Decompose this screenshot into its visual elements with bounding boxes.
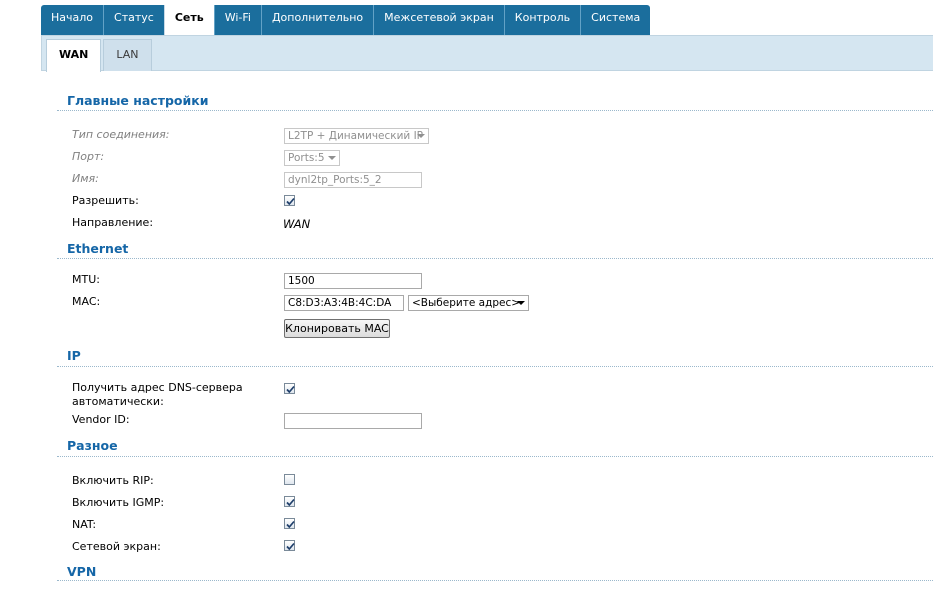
section-title-vpn: VPN [67, 564, 97, 579]
checkmark-icon [286, 385, 295, 394]
mac-field[interactable] [284, 295, 404, 311]
tab-system[interactable]: Система [580, 5, 651, 35]
name-field[interactable] [284, 172, 422, 188]
tab-network[interactable]: Сеть [163, 5, 214, 35]
nat-label: NAT: [72, 518, 97, 531]
rip-label: Включить RIP: [72, 474, 154, 487]
top-nav: Начало Статус Сеть Wi-Fi Дополнительно М… [41, 5, 651, 35]
section-divider [57, 366, 933, 367]
section-divider [57, 258, 933, 259]
firewall-label: Сетевой экран: [72, 540, 161, 553]
checkmark-icon [286, 542, 295, 551]
section-title-misc: Разное [67, 438, 118, 453]
mtu-field[interactable] [284, 273, 422, 289]
tab-control[interactable]: Контроль [503, 5, 581, 35]
tab-wifi[interactable]: Wi-Fi [213, 5, 261, 35]
subtab-lan[interactable]: LAN [103, 39, 152, 71]
tab-status[interactable]: Статус [103, 5, 164, 35]
vendor-id-field[interactable] [284, 413, 422, 429]
mac-label: MAC: [72, 295, 101, 308]
vendor-id-label: Vendor ID: [72, 413, 130, 426]
enable-checkbox[interactable] [284, 195, 295, 206]
direction-value: WAN [283, 217, 311, 231]
dns-auto-label: Получить адрес DNS-сервера автоматически… [72, 381, 243, 408]
checkmark-icon [286, 498, 295, 507]
section-divider [57, 110, 933, 111]
section-divider [57, 456, 933, 457]
section-title-ethernet: Ethernet [67, 241, 129, 256]
port-select[interactable]: Ports:5 [284, 150, 340, 166]
name-label: Имя: [72, 172, 99, 185]
checkmark-icon [286, 520, 295, 529]
section-title-main: Главные настройки [67, 93, 209, 108]
mac-address-select-value: <Выберите адрес> [412, 297, 521, 309]
mac-address-select[interactable]: <Выберите адрес> [408, 295, 529, 311]
nat-checkbox[interactable] [284, 518, 295, 529]
port-value: Ports:5 [288, 152, 325, 164]
igmp-label: Включить IGMP: [72, 496, 165, 509]
clone-mac-button[interactable]: Клонировать MAC [284, 319, 390, 338]
igmp-checkbox[interactable] [284, 496, 295, 507]
mtu-label: MTU: [72, 273, 100, 286]
enable-label: Разрешить: [72, 194, 139, 207]
rip-checkbox[interactable] [284, 474, 295, 485]
section-divider [57, 580, 933, 581]
chevron-down-icon [517, 301, 525, 305]
checkmark-icon [286, 197, 295, 206]
chevron-down-icon [417, 134, 425, 138]
connection-type-value: L2TP + Динамический IP [288, 130, 424, 142]
subtab-wan[interactable]: WAN [46, 39, 102, 72]
tab-home[interactable]: Начало [41, 5, 104, 35]
dns-auto-checkbox[interactable] [284, 383, 295, 394]
direction-label: Направление: [72, 216, 154, 229]
tab-firewall[interactable]: Межсетевой экран [373, 5, 504, 35]
port-label: Порт: [72, 150, 105, 163]
connection-type-label: Тип соединения: [72, 128, 170, 141]
firewall-checkbox[interactable] [284, 540, 295, 551]
section-title-ip: IP [67, 348, 81, 363]
tab-advanced[interactable]: Дополнительно [260, 5, 374, 35]
subtab-bar: WAN LAN [41, 35, 933, 72]
chevron-down-icon [328, 156, 336, 160]
connection-type-select[interactable]: L2TP + Динамический IP [284, 128, 429, 144]
